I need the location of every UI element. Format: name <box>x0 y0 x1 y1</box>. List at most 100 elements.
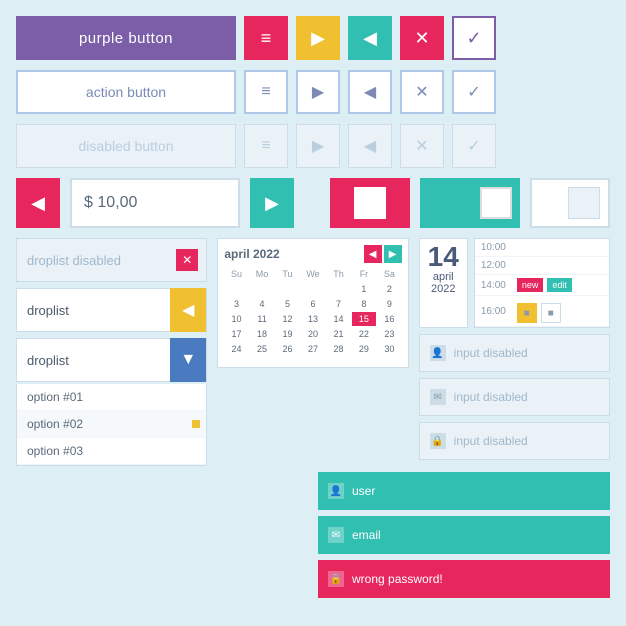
cal-day-12[interactable]: 12 <box>275 312 299 326</box>
input-password-error[interactable]: 🔒 wrong password! <box>318 560 610 598</box>
purple-button[interactable]: purple button <box>16 16 236 60</box>
cal-day-28[interactable]: 28 <box>326 342 350 356</box>
close-icon-disabled: ✕ <box>400 124 444 168</box>
price-increase-button[interactable]: ▶ <box>250 178 294 228</box>
user-icon-active: 👤 <box>328 483 344 499</box>
lock-icon-disabled: 🔒 <box>430 433 446 449</box>
cal-day-20[interactable]: 20 <box>301 327 325 341</box>
play-button-outline[interactable]: ▶ <box>296 70 340 114</box>
droplist-yellow-arrow[interactable]: ◀ <box>170 288 206 332</box>
right-column: 14 april 2022 10:00 12:00 14:00 new edit… <box>419 238 610 466</box>
cal-header-su: Su <box>224 267 248 281</box>
menu-button-outline[interactable]: ≡ <box>244 70 288 114</box>
cal-day-30[interactable]: 30 <box>377 342 401 356</box>
appointment-header: 14 april 2022 10:00 12:00 14:00 new edit… <box>419 238 610 328</box>
lock-icon-error: 🔒 <box>328 571 344 587</box>
appointment-edit-button[interactable]: edit <box>547 278 572 292</box>
cal-day-15-today[interactable]: 15 <box>352 312 376 326</box>
appt-time-1400: 14:00 new edit <box>475 275 609 296</box>
dropdown-option-2[interactable]: option #02 <box>17 411 206 438</box>
cal-day-21[interactable]: 21 <box>326 327 350 341</box>
toggle-pink[interactable] <box>330 178 410 228</box>
appointment-day: 14 <box>428 243 459 271</box>
cal-day-13[interactable]: 13 <box>301 312 325 326</box>
close-button-red[interactable]: ✕ <box>400 16 444 60</box>
cal-day-1[interactable]: 1 <box>352 282 376 296</box>
cal-day-7[interactable]: 7 <box>326 297 350 311</box>
droplist-blue[interactable]: droplist ▼ <box>16 338 207 382</box>
cal-day-empty-4 <box>301 282 325 296</box>
input-email-active[interactable]: ✉ email <box>318 516 610 554</box>
input-email-label: email <box>352 528 381 542</box>
back-button-outline[interactable]: ◀ <box>348 70 392 114</box>
input-user-active[interactable]: 👤 user <box>318 472 610 510</box>
cal-day-29[interactable]: 29 <box>352 342 376 356</box>
menu-button-pink[interactable]: ≡ <box>244 16 288 60</box>
time-label-1400: 14:00 <box>481 280 513 291</box>
cal-day-8[interactable]: 8 <box>352 297 376 311</box>
cal-day-24[interactable]: 24 <box>224 342 248 356</box>
check-button-outline[interactable]: ✓ <box>452 70 496 114</box>
calendar-title: april 2022 <box>224 247 279 261</box>
cal-day-26[interactable]: 26 <box>275 342 299 356</box>
cal-day-6[interactable]: 6 <box>301 297 325 311</box>
price-decrease-button[interactable]: ◀ <box>16 178 60 228</box>
play-button-yellow[interactable]: ▶ <box>296 16 340 60</box>
cal-day-4[interactable]: 4 <box>250 297 274 311</box>
cal-day-22[interactable]: 22 <box>352 327 376 341</box>
disabled-button: disabled button <box>16 124 236 168</box>
cal-day-9[interactable]: 9 <box>377 297 401 311</box>
check-icon-disabled: ✓ <box>452 124 496 168</box>
cal-day-empty-2 <box>250 282 274 296</box>
cal-day-11[interactable]: 11 <box>250 312 274 326</box>
toggle-inner-teal <box>480 187 512 219</box>
email-icon-disabled: ✉ <box>430 389 446 405</box>
appt-icon-grey[interactable]: ■ <box>541 303 561 323</box>
close-button-outline[interactable]: ✕ <box>400 70 444 114</box>
cal-day-27[interactable]: 27 <box>301 342 325 356</box>
cal-day-empty-3 <box>275 282 299 296</box>
input-disabled-user-placeholder: input disabled <box>454 346 528 360</box>
menu-icon-disabled: ≡ <box>244 124 288 168</box>
calendar-next-button[interactable]: ▶ <box>384 245 402 263</box>
droplist-yellow[interactable]: droplist ◀ <box>16 288 207 332</box>
option-selected-indicator <box>192 420 200 428</box>
calendar-prev-button[interactable]: ◀ <box>364 245 382 263</box>
cal-day-3[interactable]: 3 <box>224 297 248 311</box>
dropdown-option-3[interactable]: option #03 <box>17 438 206 465</box>
appointment-date-box: 14 april 2022 <box>419 238 468 328</box>
cal-day-16[interactable]: 16 <box>377 312 401 326</box>
appt-time-1600: 16:00 ■ ■ <box>475 296 609 327</box>
user-icon-disabled: 👤 <box>430 345 446 361</box>
droplist-disabled-label: droplist disabled <box>27 253 121 268</box>
cal-header-fr: Fr <box>352 267 376 281</box>
droplist-blue-arrow[interactable]: ▼ <box>170 338 206 382</box>
toggle-teal[interactable] <box>420 178 520 228</box>
active-input-fields: 👤 user ✉ email 🔒 wrong password! <box>318 472 610 598</box>
appointment-month: april <box>428 271 459 283</box>
cal-day-19[interactable]: 19 <box>275 327 299 341</box>
action-button[interactable]: action button <box>16 70 236 114</box>
cal-day-2[interactable]: 2 <box>377 282 401 296</box>
back-button-teal[interactable]: ◀ <box>348 16 392 60</box>
time-label-1000: 10:00 <box>481 242 513 253</box>
droplist-blue-label: droplist <box>27 353 69 368</box>
toggle-grey[interactable] <box>530 178 610 228</box>
input-disabled-password: 🔒 input disabled <box>419 422 610 460</box>
droplist-disabled: droplist disabled ✕ <box>16 238 207 282</box>
appt-icon-yellow[interactable]: ■ <box>517 303 537 323</box>
cal-day-5[interactable]: 5 <box>275 297 299 311</box>
cal-day-25[interactable]: 25 <box>250 342 274 356</box>
appointment-new-button[interactable]: new <box>517 278 544 292</box>
dropdown-option-1[interactable]: option #01 <box>17 384 206 411</box>
appointment-year: 2022 <box>428 283 459 295</box>
cal-day-18[interactable]: 18 <box>250 327 274 341</box>
check-button-purple[interactable]: ✓ <box>452 16 496 60</box>
cal-day-17[interactable]: 17 <box>224 327 248 341</box>
appt-time-1200: 12:00 <box>475 257 609 275</box>
cal-day-10[interactable]: 10 <box>224 312 248 326</box>
cal-day-14[interactable]: 14 <box>326 312 350 326</box>
cal-day-23[interactable]: 23 <box>377 327 401 341</box>
appt-time-1000: 10:00 <box>475 239 609 257</box>
droplist-clear-button[interactable]: ✕ <box>176 249 198 271</box>
